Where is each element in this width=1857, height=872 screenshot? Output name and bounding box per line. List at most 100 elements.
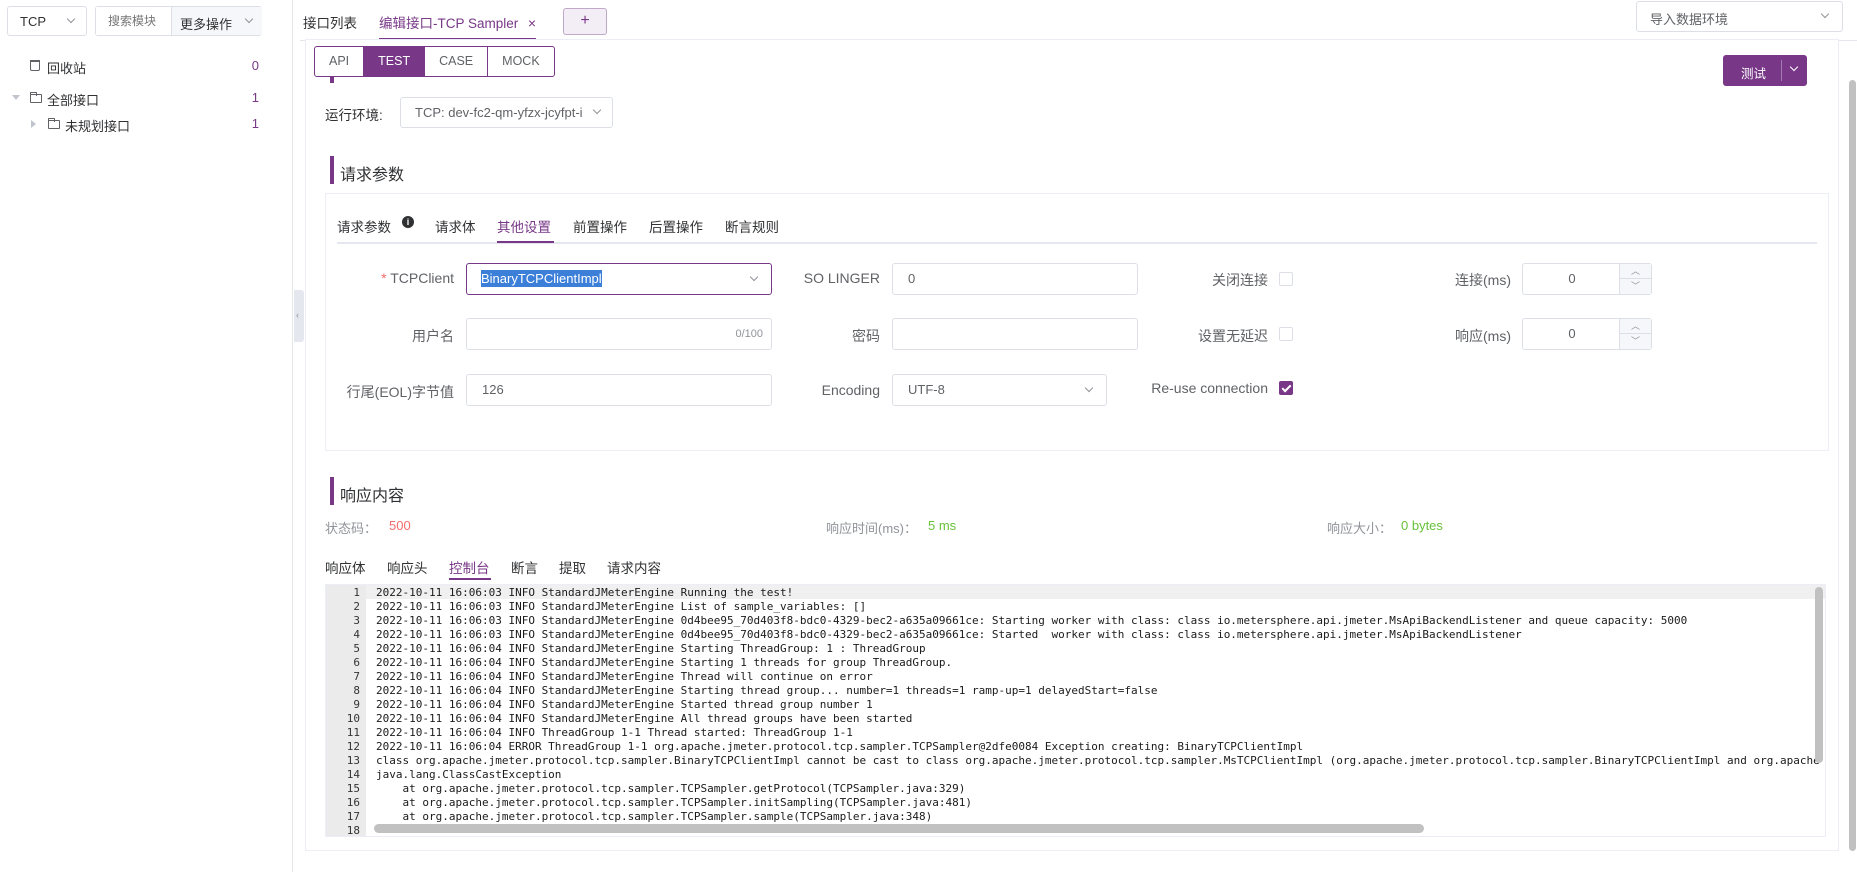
- so-linger-input[interactable]: 0: [892, 263, 1138, 295]
- close-connection-checkbox[interactable]: [1279, 272, 1293, 286]
- decrease-icon[interactable]: ﹀: [1620, 279, 1651, 294]
- console-line: 2022-10-11 16:06:04 INFO StandardJMeterE…: [376, 684, 1158, 697]
- console-line: 2022-10-11 16:06:04 INFO StandardJMeterE…: [376, 698, 873, 711]
- line-number: 8: [353, 684, 360, 697]
- section-marker: [330, 76, 334, 83]
- console-line: at org.apache.jmeter.protocol.tcp.sample…: [376, 810, 933, 823]
- increase-icon[interactable]: ︿: [1620, 264, 1651, 279]
- line-number: 11: [346, 726, 360, 739]
- divider: [1781, 60, 1782, 81]
- chevron-down-icon: [592, 105, 602, 115]
- decrease-icon[interactable]: ﹀: [1620, 334, 1651, 349]
- line-number: 6: [353, 656, 360, 669]
- close-connection-label: 关闭连接: [1212, 272, 1268, 288]
- line-number: 15: [346, 782, 360, 795]
- response-timeout-stepper[interactable]: 0 ︿ ﹀: [1522, 318, 1652, 350]
- tab-request-body[interactable]: 请求体: [435, 216, 476, 236]
- protocol-value: TCP: [20, 14, 46, 29]
- request-section-title: 请求参数: [330, 156, 404, 185]
- connect-timeout-stepper[interactable]: 0 ︿ ﹀: [1522, 263, 1652, 295]
- tree-item-recycle-bin[interactable]: 回收站 0: [0, 54, 293, 78]
- sidebar-collapse-handle[interactable]: ‹: [294, 290, 304, 342]
- tab-request-params[interactable]: 请求参数: [337, 216, 391, 236]
- console-line: 2022-10-11 16:06:04 INFO StandardJMeterE…: [376, 656, 953, 669]
- page-scrollbar[interactable]: [1849, 80, 1856, 851]
- tab-assertions[interactable]: 断言规则: [725, 216, 779, 236]
- increase-icon[interactable]: ︿: [1620, 319, 1651, 334]
- import-env-select[interactable]: 导入数据环境: [1636, 1, 1843, 32]
- more-operations-button[interactable]: 更多操作: [171, 7, 262, 35]
- tab-assertions-result[interactable]: 断言: [511, 557, 538, 577]
- status-code-label: 状态码：: [325, 521, 378, 536]
- password-label: 密码: [852, 328, 880, 344]
- encoding-value: UTF-8: [908, 382, 945, 397]
- test-button-group: 测试: [1723, 55, 1807, 86]
- run-env-select[interactable]: TCP: dev-fc2-qm-yfzx-jcyfpt-i: [400, 97, 613, 128]
- line-number: 5: [353, 642, 360, 655]
- line-number: 1: [353, 586, 360, 599]
- test-button[interactable]: 测试: [1741, 63, 1766, 82]
- protocol-select[interactable]: TCP: [7, 6, 87, 36]
- no-delay-checkbox[interactable]: [1279, 327, 1293, 341]
- mode-api-tab[interactable]: API: [315, 47, 365, 76]
- tree-item-label: 未规划接口: [65, 119, 131, 134]
- vertical-scrollbar[interactable]: [1815, 587, 1823, 763]
- run-env-label: 运行环境:: [325, 108, 383, 123]
- tab-pre-processors[interactable]: 前置操作: [573, 216, 627, 236]
- horizontal-scrollbar[interactable]: [374, 824, 1424, 833]
- info-icon[interactable]: i: [402, 216, 414, 228]
- tab-console[interactable]: 控制台: [449, 557, 490, 577]
- tab-post-processors[interactable]: 后置操作: [649, 216, 703, 236]
- line-number: 3: [353, 614, 360, 627]
- username-label: 用户名: [412, 328, 454, 344]
- tree-item-label: 回收站: [47, 61, 87, 76]
- so-linger-label: SO LINGER: [803, 270, 880, 286]
- close-icon[interactable]: ×: [528, 15, 536, 31]
- tab-other-settings[interactable]: 其他设置: [497, 216, 551, 236]
- console-line: 2022-10-11 16:06:04 INFO StandardJMeterE…: [376, 642, 926, 655]
- chevron-down-icon: [1820, 9, 1830, 19]
- reuse-connection-checkbox[interactable]: [1279, 381, 1293, 395]
- connect-timeout-label: 连接(ms): [1455, 272, 1511, 288]
- search-input[interactable]: [96, 7, 171, 35]
- password-input[interactable]: [892, 318, 1138, 350]
- mode-test-tab[interactable]: TEST: [364, 47, 426, 76]
- line-number: 10: [346, 712, 360, 725]
- caret-right-icon[interactable]: [31, 120, 36, 128]
- add-tab-button[interactable]: +: [563, 8, 607, 35]
- tree-item-all-apis[interactable]: 全部接口 1: [0, 86, 293, 110]
- status-code-value: 500: [389, 518, 411, 533]
- trash-icon: [30, 60, 40, 71]
- encoding-select[interactable]: UTF-8: [892, 374, 1107, 406]
- username-input[interactable]: 0/100: [466, 318, 772, 350]
- tab-request-content[interactable]: 请求内容: [607, 557, 661, 577]
- api-module-sidebar: TCP 更多操作 回收站 0 全部接口 1 未规划接口 1: [0, 0, 293, 872]
- mode-case-tab[interactable]: CASE: [425, 47, 489, 76]
- stepper-buttons: ︿ ﹀: [1619, 264, 1651, 294]
- mode-switcher: API TEST CASE MOCK: [314, 46, 555, 77]
- console-output[interactable]: 1 2 3 4 5 6 7 8 9 10 11 12 13 14 15 16 17 18 2022-10-11 1…: [325, 584, 1826, 837]
- stepper-buttons: ︿ ﹀: [1619, 319, 1651, 349]
- eol-input[interactable]: 126: [466, 374, 772, 406]
- tab-edit-tcp-sampler[interactable]: 编辑接口-TCP Sampler ×: [379, 12, 537, 40]
- subtabs-divider: [337, 242, 1817, 244]
- tab-extract[interactable]: 提取: [559, 557, 586, 577]
- tab-response-body[interactable]: 响应体: [325, 557, 366, 577]
- no-delay-label: 设置无延迟: [1198, 328, 1268, 344]
- line-number: 17: [346, 810, 360, 823]
- tab-response-headers[interactable]: 响应头: [387, 557, 428, 577]
- chevron-down-icon[interactable]: [1789, 62, 1799, 72]
- response-time-value: 5 ms: [928, 518, 957, 533]
- console-line: 2022-10-11 16:06:03 INFO StandardJMeterE…: [376, 628, 1522, 641]
- tree-item-unplanned[interactable]: 未规划接口 1: [0, 112, 293, 136]
- tcp-client-select[interactable]: BinaryTCPClientImpl: [466, 263, 772, 295]
- mode-mock-tab[interactable]: MOCK: [488, 47, 554, 76]
- line-number: 13: [346, 754, 360, 767]
- tab-api-list[interactable]: 接口列表: [303, 12, 357, 32]
- response-size-label: 响应大小：: [1327, 521, 1393, 536]
- caret-down-icon[interactable]: [12, 95, 20, 100]
- line-number: 12: [346, 740, 360, 753]
- folder-icon: [30, 92, 42, 103]
- console-line: 2022-10-11 16:06:04 ERROR ThreadGroup 1-…: [376, 740, 1304, 753]
- tcp-client-label-text: TCPClient: [390, 270, 454, 286]
